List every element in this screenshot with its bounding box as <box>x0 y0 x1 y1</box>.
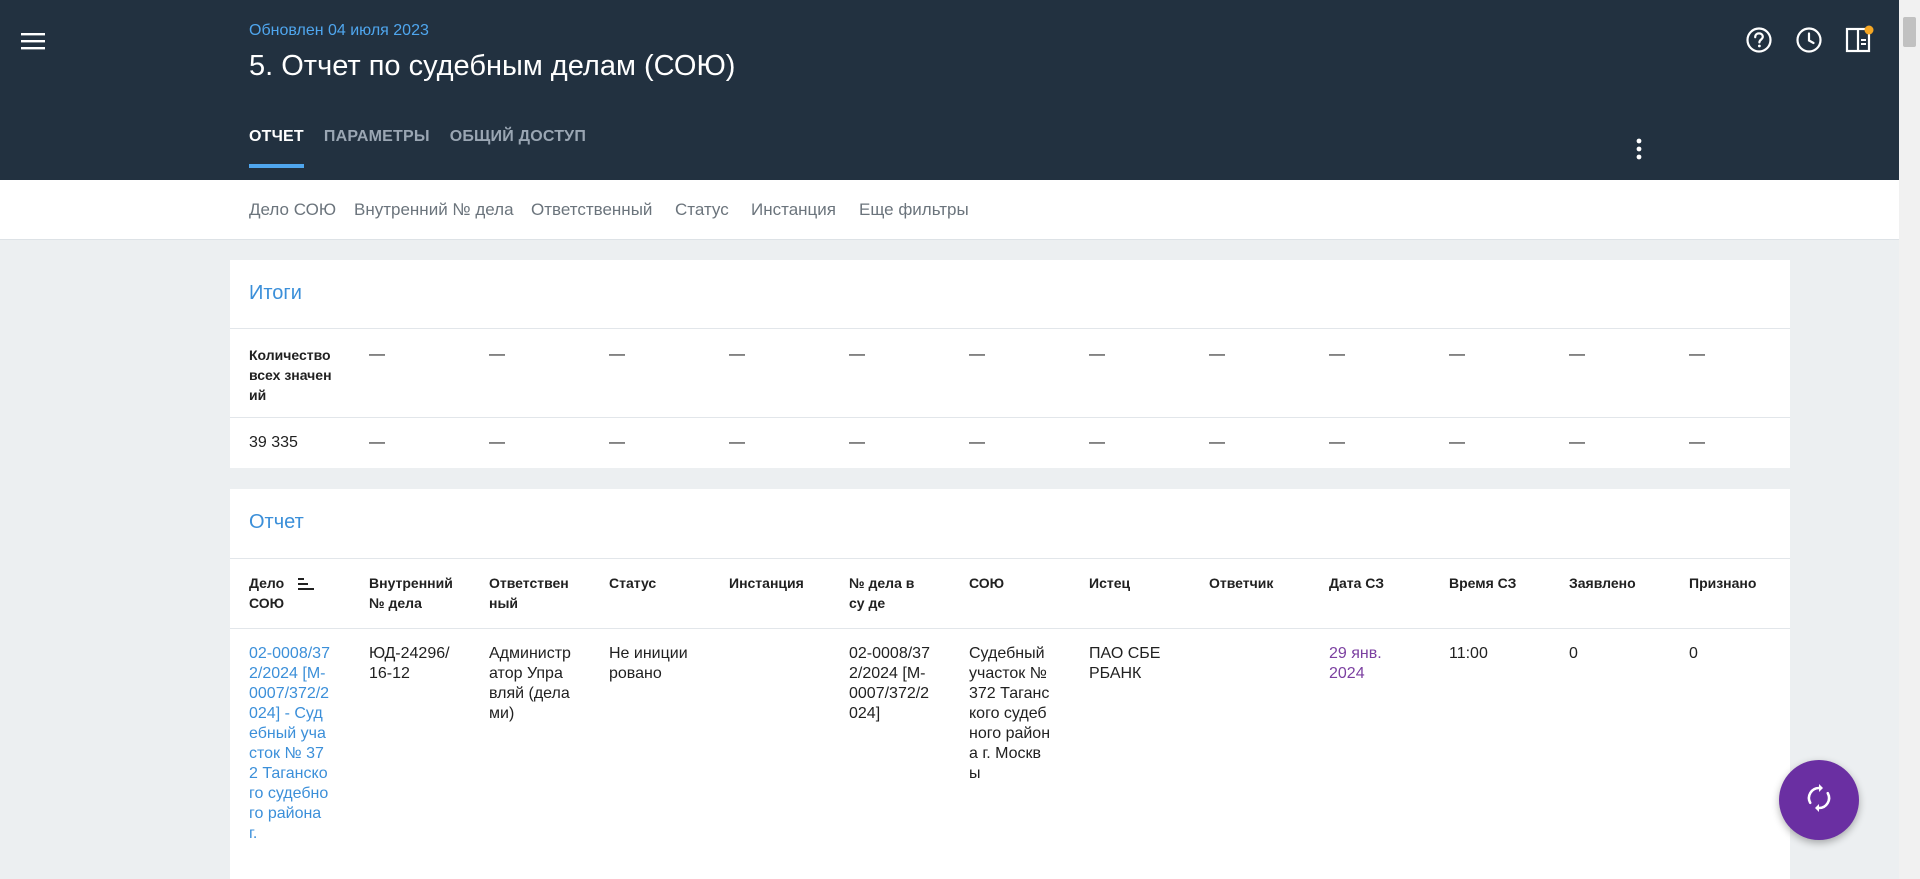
panel-icon[interactable] <box>1843 24 1875 56</box>
page-scrollbar[interactable] <box>1899 0 1920 879</box>
divider <box>230 417 1790 418</box>
col-header-case[interactable]: Дело СОЮ <box>249 573 299 613</box>
totals-value-dash: — <box>609 434 625 451</box>
refresh-icon <box>1804 783 1834 818</box>
menu-icon[interactable] <box>16 24 50 58</box>
app-header: Обновлен 04 июля 2023 5. Отчет по судебн… <box>0 0 1899 180</box>
totals-value-dash: — <box>369 434 385 451</box>
tab-parameters[interactable]: ПАРАМЕТРЫ <box>324 128 430 168</box>
filter-more[interactable]: Еще фильтры <box>859 200 969 220</box>
divider <box>230 558 1790 559</box>
col-header-internal-number[interactable]: Внутренний № дела <box>369 573 459 613</box>
cell-admitted: 0 <box>1689 645 1698 662</box>
clock-icon[interactable] <box>1793 24 1825 56</box>
totals-header-dash: — <box>1329 346 1345 363</box>
case-link[interactable]: 02-0008/372/2024 [М-0007/372/2024] - Суд… <box>249 644 331 844</box>
cell-internal-number: ЮД-24296/16-12 <box>369 645 450 682</box>
tab-sharing[interactable]: ОБЩИЙ ДОСТУП <box>450 128 586 168</box>
totals-value-dash: — <box>969 434 985 451</box>
col-header-responsible[interactable]: Ответствен ный <box>489 573 574 613</box>
col-header-admitted[interactable]: Признано <box>1689 573 1779 593</box>
filter-case[interactable]: Дело СОЮ <box>249 200 336 220</box>
totals-header-dash: — <box>1209 346 1225 363</box>
totals-value-dash: — <box>489 434 505 451</box>
tab-bar: ОТЧЕТ ПАРАМЕТРЫ ОБЩИЙ ДОСТУП <box>249 128 606 168</box>
totals-title: Итоги <box>249 282 302 304</box>
totals-value-dash: — <box>1209 434 1225 451</box>
col-header-status[interactable]: Статус <box>609 573 699 593</box>
filter-internal-number[interactable]: Внутренний № дела <box>354 200 514 220</box>
cell-date: 29 янв. 2024 <box>1329 645 1382 682</box>
sort-icon[interactable] <box>298 577 316 591</box>
cell-claimed: 0 <box>1569 645 1578 662</box>
refresh-button[interactable] <box>1779 760 1859 840</box>
col-header-claimed[interactable]: Заявлено <box>1569 573 1659 593</box>
totals-header-dash: — <box>1089 346 1105 363</box>
more-vert-icon[interactable] <box>1624 134 1654 164</box>
col-header-time[interactable]: Время СЗ <box>1449 573 1539 593</box>
updated-date: Обновлен 04 июля 2023 <box>249 22 429 39</box>
page-title: 5. Отчет по судебным делам (СОЮ) <box>249 50 736 82</box>
filter-responsible[interactable]: Ответственный <box>531 200 652 220</box>
totals-header-dash: — <box>609 346 625 363</box>
col-header-defendant[interactable]: Ответчик <box>1209 573 1299 593</box>
tab-report[interactable]: ОТЧЕТ <box>249 128 304 168</box>
help-icon[interactable] <box>1743 24 1775 56</box>
filter-bar: Дело СОЮ Внутренний № дела Ответственный… <box>0 180 1899 240</box>
cell-plaintiff: ПАО СБЕРБАНК <box>1089 645 1161 682</box>
col-header-plaintiff[interactable]: Истец <box>1089 573 1179 593</box>
cell-responsible: Администратор Управляй (делами) <box>489 645 571 722</box>
totals-card: Итоги Количество всех значен ий — — — — … <box>230 260 1790 468</box>
totals-header-dash: — <box>1449 346 1465 363</box>
cell-court: Судебный участок № 372 Таганского судебн… <box>969 645 1051 782</box>
col-header-instance[interactable]: Инстанция <box>729 573 819 593</box>
report-card: Отчет Дело СОЮ Внутренний № дела Ответст… <box>230 489 1790 879</box>
divider <box>230 628 1790 629</box>
totals-value-dash: — <box>729 434 745 451</box>
col-header-court-case[interactable]: № дела в су де <box>849 573 933 613</box>
totals-header-dash: — <box>849 346 865 363</box>
col-header-court[interactable]: СОЮ <box>969 573 1059 593</box>
cell-court-case: 02-0008/372/2024 [М-0007/372/2024] <box>849 645 930 722</box>
filter-instance[interactable]: Инстанция <box>751 200 836 220</box>
totals-value-dash: — <box>849 434 865 451</box>
totals-header-dash: — <box>1569 346 1585 363</box>
totals-value-dash: — <box>1449 434 1465 451</box>
totals-value-dash: — <box>1329 434 1345 451</box>
report-title: Отчет <box>249 511 304 533</box>
totals-value-dash: — <box>1569 434 1585 451</box>
cell-time: 11:00 <box>1449 645 1488 662</box>
totals-header-dash: — <box>969 346 985 363</box>
totals-header-dash: — <box>489 346 505 363</box>
totals-header-dash: — <box>729 346 745 363</box>
totals-header-dash: — <box>1689 346 1705 363</box>
totals-header-dash: — <box>369 346 385 363</box>
totals-count-header: Количество всех значен ий <box>249 347 332 403</box>
scrollbar-thumb[interactable] <box>1903 17 1916 47</box>
totals-count-value: 39 335 <box>249 434 298 451</box>
filter-status[interactable]: Статус <box>675 200 729 220</box>
cell-status: Не инициировано <box>609 645 688 682</box>
divider <box>230 328 1790 329</box>
col-header-date[interactable]: Дата СЗ <box>1329 573 1419 593</box>
totals-value-dash: — <box>1089 434 1105 451</box>
totals-value-dash: — <box>1689 434 1705 451</box>
